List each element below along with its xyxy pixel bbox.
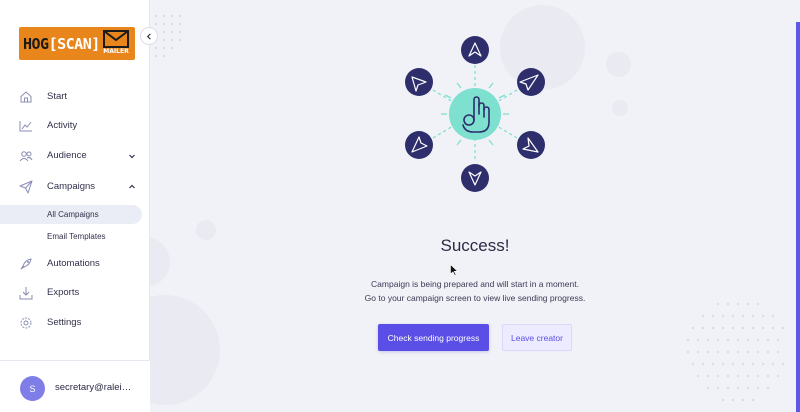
sidebar-item-label: Exports xyxy=(47,287,80,298)
sidebar-item-start[interactable]: Start xyxy=(0,86,150,108)
rocket-icon xyxy=(20,258,32,270)
sidebar: HOG[SCAN] MAILER Start Activity Audience… xyxy=(0,0,158,412)
chevron-up-icon xyxy=(129,184,135,189)
collapse-sidebar-button[interactable] xyxy=(140,27,158,45)
download-icon xyxy=(19,287,33,300)
envelope-icon: MAILER xyxy=(103,30,129,57)
background-circle xyxy=(150,295,220,405)
status-message: Go to your campaign screen to view live … xyxy=(364,293,586,303)
sidebar-item-automations[interactable]: Automations xyxy=(0,253,150,275)
sidebar-item-settings[interactable]: Settings xyxy=(0,312,150,334)
chevron-down-icon xyxy=(129,154,135,159)
user-email: secretary@ralei… xyxy=(55,382,132,393)
page-title: Success! xyxy=(440,236,510,255)
background-circle xyxy=(612,100,628,116)
chevron-left-icon xyxy=(146,32,151,40)
sidebar-subitem-label: All Campaigns xyxy=(47,210,99,219)
sidebar-item-exports[interactable]: Exports xyxy=(0,282,150,304)
paper-plane-icon xyxy=(19,180,33,194)
sidebar-item-label: Activity xyxy=(47,120,78,131)
sidebar-item-label: Settings xyxy=(47,317,82,328)
send-icon xyxy=(405,131,433,159)
send-icon xyxy=(461,164,489,192)
sidebar-item-campaigns[interactable]: Campaigns xyxy=(0,176,150,198)
background-circle xyxy=(606,52,631,77)
sidebar-subitem-label: Email Templates xyxy=(47,232,106,241)
sidebar-subitem-all-campaigns[interactable]: All Campaigns xyxy=(0,205,142,224)
dot-pattern xyxy=(686,302,785,402)
sidebar-item-label: Automations xyxy=(47,258,100,269)
home-icon xyxy=(20,91,32,103)
send-icon xyxy=(405,68,433,96)
sidebar-item-label: Start xyxy=(47,91,68,102)
sidebar-item-audience[interactable]: Audience xyxy=(0,145,150,167)
check-sending-progress-button[interactable]: Check sending progress xyxy=(378,324,489,351)
avatar: S xyxy=(20,376,45,401)
leave-creator-button[interactable]: Leave creator xyxy=(502,324,572,351)
users-icon xyxy=(19,151,33,162)
sidebar-item-label: Audience xyxy=(47,150,87,161)
send-icon xyxy=(461,36,489,64)
sidebar-item-activity[interactable]: Activity xyxy=(0,115,150,137)
gear-icon xyxy=(20,317,32,329)
chart-line-icon xyxy=(19,121,32,132)
status-message: Campaign is being prepared and will star… xyxy=(371,279,579,289)
logo-text: HOG[SCAN] xyxy=(23,34,100,53)
sidebar-item-label: Campaigns xyxy=(47,181,96,192)
user-account-bar[interactable]: S secretary@ralei… xyxy=(0,360,150,412)
send-icon xyxy=(517,131,545,159)
scrollbar[interactable] xyxy=(796,22,800,412)
main-content: Success! Campaign is being prepared and … xyxy=(150,0,800,412)
sidebar-subitem-email-templates[interactable]: Email Templates xyxy=(0,227,142,246)
send-icon xyxy=(517,68,545,96)
success-illustration xyxy=(405,36,545,192)
mouse-cursor-icon xyxy=(450,264,458,276)
hogscan-logo[interactable]: HOG[SCAN] MAILER xyxy=(19,27,135,60)
